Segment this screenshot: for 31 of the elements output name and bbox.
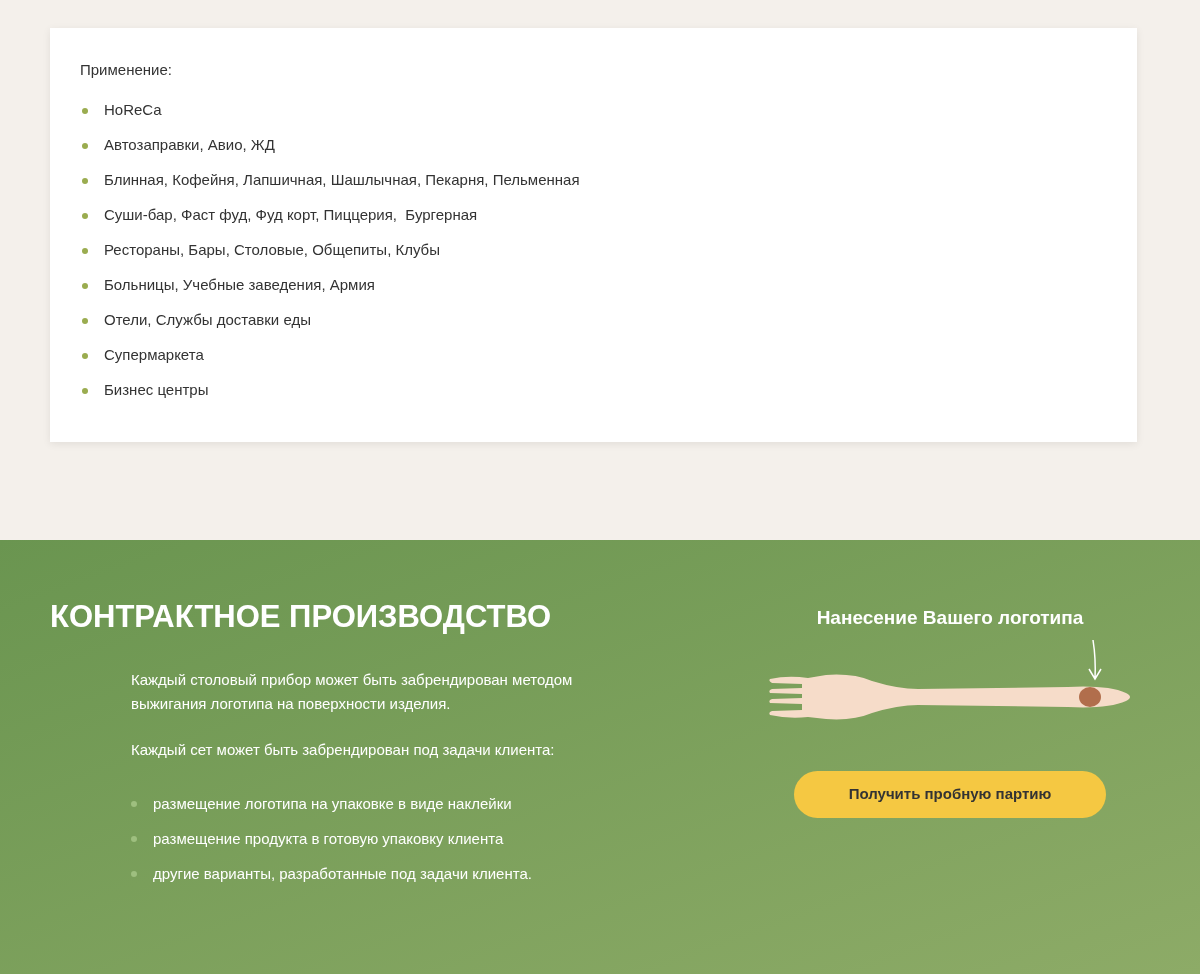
paragraph: Каждый столовый прибор может быть забрендирован методом выжигания логотипа на поверхности изделия. xyxy=(131,670,574,714)
usage-item: HoReCa xyxy=(104,100,162,121)
bullet-icon xyxy=(82,107,88,114)
bullet-icon xyxy=(82,247,88,254)
usage-title: Применение: xyxy=(80,60,173,80)
bullet-icon xyxy=(131,836,137,842)
bullet-icon xyxy=(131,871,137,877)
bullet-icon xyxy=(82,317,88,324)
bullet-icon xyxy=(82,212,88,219)
bullet-icon xyxy=(82,387,88,394)
usage-item: Отели, Службы доставки еды xyxy=(104,310,311,331)
usage-item: Рестораны, Бары, Столовые, Общепиты, Клубы xyxy=(104,240,440,261)
paragraph: Каждый сет может быть забрендирован под задачи клиента: xyxy=(131,740,556,760)
trial-batch-button[interactable]: Получить пробную партию xyxy=(794,770,1106,818)
usage-item: Супермаркета xyxy=(104,345,204,366)
logo-caption: Нанесение Вашего логотипа xyxy=(816,606,1084,630)
contract-item: размещение продукта в готовую упаковку клиента xyxy=(153,828,504,849)
arrow-icon xyxy=(1087,638,1103,681)
bullet-icon xyxy=(82,177,88,184)
bullet-icon xyxy=(82,352,88,359)
contract-item: размещение логотипа на упаковке в виде наклейки xyxy=(153,793,512,814)
contract-item: другие варианты, разработанные под задачи клиента. xyxy=(153,863,532,884)
section-title: КОНТРАКТНОЕ ПРОИЗВОДСТВО xyxy=(50,598,553,636)
usage-item: Блинная, Кофейня, Лапшичная, Шашлычная, Пекарня, Пельменная xyxy=(104,170,580,191)
usage-item: Автозаправки, Авио, ЖД xyxy=(104,135,275,156)
bullet-icon xyxy=(82,282,88,289)
usage-item: Больницы, Учебные заведения, Армия xyxy=(104,275,375,296)
bullet-icon xyxy=(131,801,137,807)
bullet-icon xyxy=(82,142,88,149)
usage-item: Бизнес центры xyxy=(104,380,209,401)
usage-item: Суши-бар, Фаст фуд, Фуд корт, Пиццерия, Бургерная xyxy=(104,205,478,226)
